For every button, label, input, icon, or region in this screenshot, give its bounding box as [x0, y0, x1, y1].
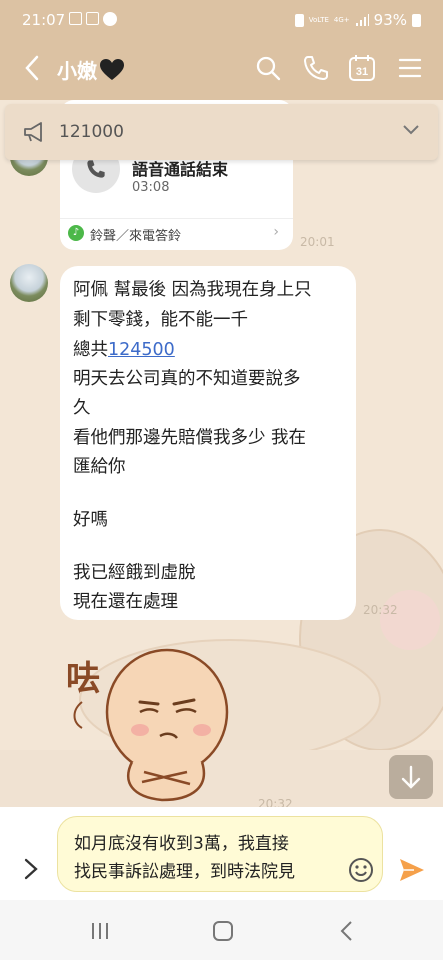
message-bubble[interactable]: 阿佩 幫最後 因為我現在身上只 剩下零錢，能不能一千 總共124500 明天去公…: [60, 266, 356, 620]
search-icon[interactable]: [254, 54, 282, 82]
status-time: 21:07: [22, 11, 66, 29]
send-icon[interactable]: [398, 857, 426, 883]
chat-area[interactable]: 語音通話結束 03:08 ♪ 鈴聲／來電答鈴 › 20:01 阿佩 幫最後 因為…: [0, 100, 443, 807]
phone-number-link[interactable]: 124500: [108, 340, 175, 360]
call-duration: 03:08: [132, 180, 170, 195]
message-line: 總共124500: [73, 336, 175, 361]
home-icon[interactable]: [210, 918, 236, 944]
gallery-notification-icon: [69, 12, 82, 25]
phone-call-icon[interactable]: [302, 54, 330, 82]
black-heart-icon: [100, 58, 124, 80]
message-input-bar: 如月底沒有收到3萬，我直接 找民事訴訟處理，到時法院見: [0, 807, 443, 900]
chevron-down-icon[interactable]: [402, 124, 420, 136]
message-line: 現在還在處理: [73, 592, 178, 612]
music-note-icon: ♪: [68, 225, 84, 241]
contact-avatar[interactable]: [10, 264, 48, 302]
svg-text:31: 31: [356, 66, 368, 78]
back-arrow-icon[interactable]: [22, 54, 42, 82]
input-text-line: 找民事訴訟處理，到時法院見: [74, 862, 295, 882]
announcement-banner[interactable]: 121000: [5, 104, 438, 160]
battery-icon: [412, 13, 421, 27]
message-timestamp: 20:01: [300, 235, 335, 249]
battery-saver-icon: [294, 13, 304, 27]
sticker[interactable]: 呿: [62, 632, 242, 807]
message-line: 久: [73, 398, 91, 418]
message-input[interactable]: 如月底沒有收到3萬，我直接 找民事訴訟處理，到時法院見: [57, 816, 383, 892]
system-navigation-bar: [0, 900, 443, 960]
facebook-notification-icon: [103, 12, 117, 26]
message-text: 總共: [73, 340, 108, 360]
announcement-text: 121000: [59, 122, 124, 142]
chevron-right-icon: ›: [273, 224, 279, 240]
battery-percent: 93%: [373, 11, 407, 29]
volte-label: VoLTE: [308, 15, 329, 24]
message-line: 好嗎: [73, 510, 108, 530]
expand-menu-icon[interactable]: [22, 857, 40, 881]
scroll-to-bottom-button[interactable]: [389, 755, 433, 799]
back-nav-icon[interactable]: [335, 918, 361, 944]
image-notification-icon: [86, 12, 99, 25]
chat-title: 小嫩: [57, 55, 125, 84]
contact-name: 小嫩: [57, 59, 97, 83]
status-bar: 21:07 VoLTE 4G+ 93%: [0, 0, 443, 40]
message-line: 阿佩 幫最後 因為我現在身上只: [73, 280, 312, 300]
message-line: 匯給你: [73, 457, 126, 477]
ringtone-link[interactable]: ♪ 鈴聲／來電答鈴 ›: [60, 218, 293, 251]
phone-icon: [87, 160, 105, 178]
megaphone-icon: [24, 122, 42, 142]
signal-icon: [355, 13, 369, 26]
status-notification-icons: [69, 12, 117, 26]
message-line: 我已經餓到虛脫: [73, 563, 196, 583]
message-line: 剩下零錢，能不能一千: [73, 310, 248, 330]
message-line: 看他們那邊先賠償我多少 我在: [73, 428, 307, 448]
message-line: 明天去公司真的不知道要說多: [73, 369, 301, 389]
status-right: VoLTE 4G+ 93%: [294, 11, 421, 29]
arrow-down-icon: [401, 765, 421, 789]
message-timestamp: 20:32: [363, 603, 398, 617]
network-label: 4G+: [333, 15, 350, 24]
recent-apps-icon[interactable]: [87, 918, 113, 944]
chat-header: 小嫩 31: [0, 40, 443, 100]
sticker-text: 呿: [66, 659, 100, 699]
emoji-icon[interactable]: [348, 857, 374, 883]
ringtone-label: 鈴聲／來電答鈴: [90, 229, 182, 244]
menu-icon[interactable]: [396, 54, 424, 82]
message-timestamp: 20:32: [258, 797, 293, 807]
input-text-line: 如月底沒有收到3萬，我直接: [74, 834, 289, 854]
calendar-icon[interactable]: 31: [348, 54, 376, 82]
